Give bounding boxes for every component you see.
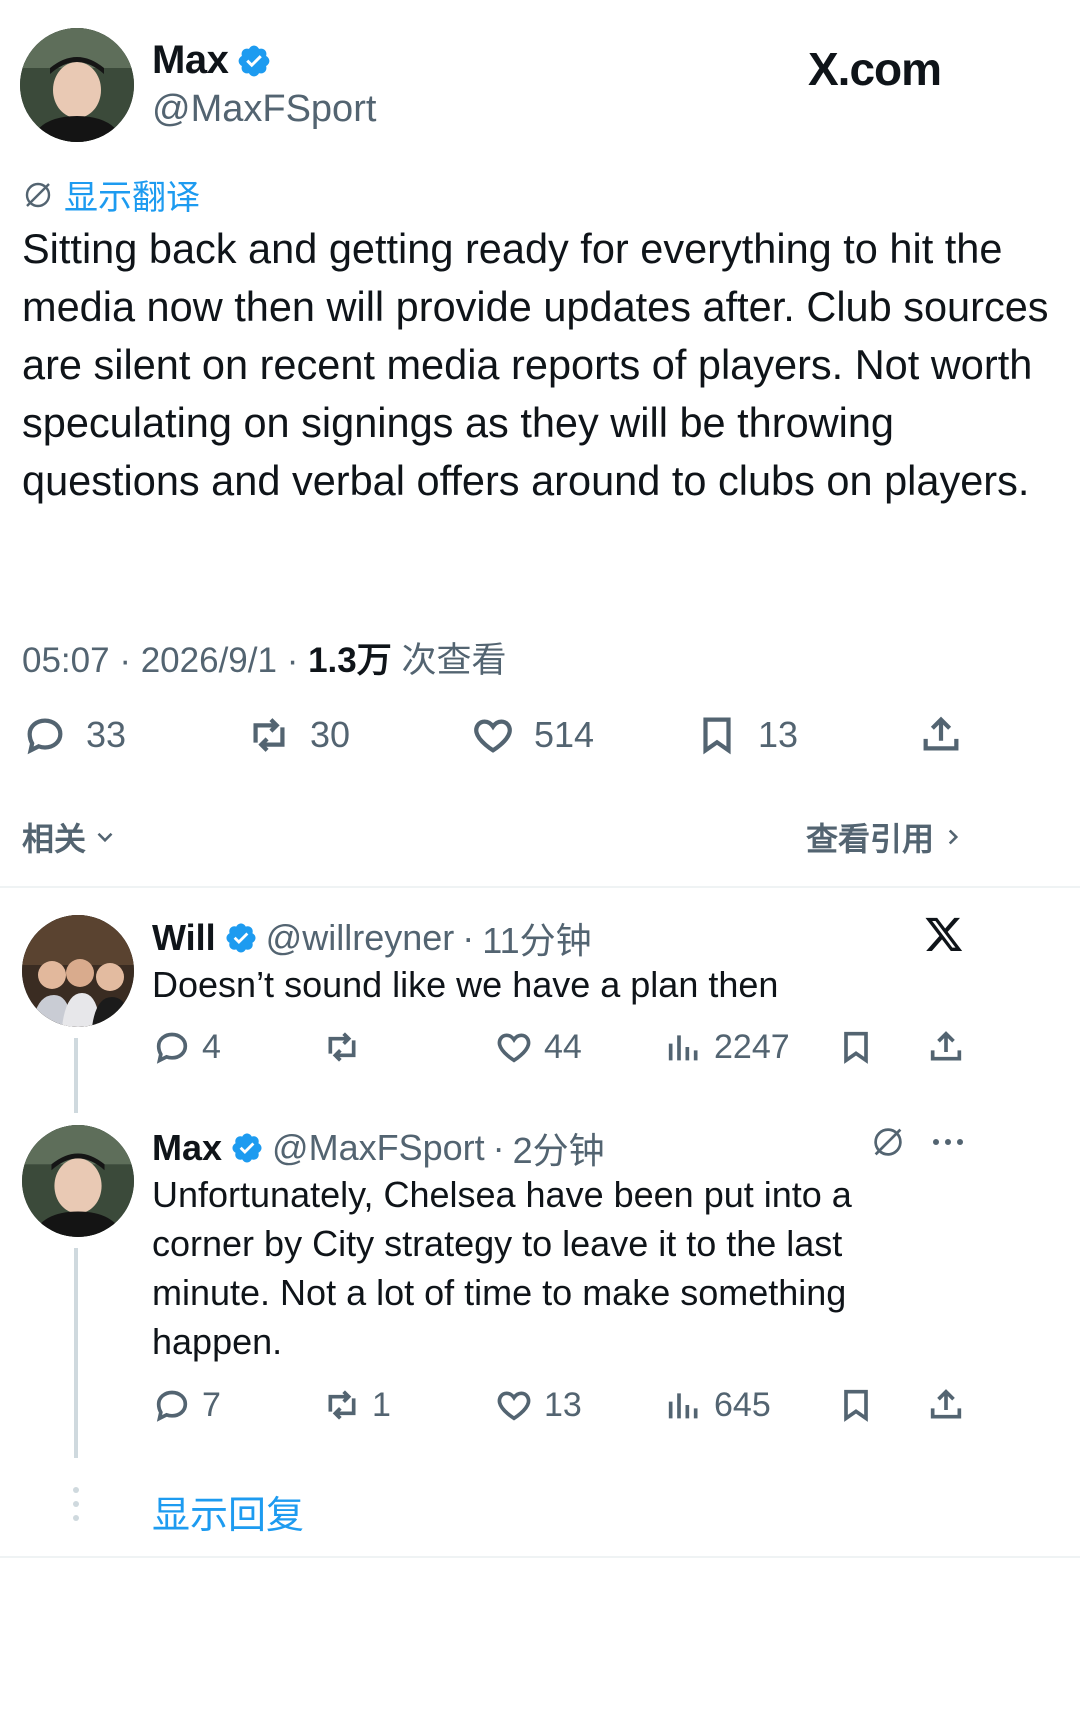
reply-button[interactable]: 7: [152, 1385, 221, 1425]
views-count: 2247: [714, 1027, 790, 1066]
repost-icon: [322, 1027, 362, 1067]
heart-icon: [494, 1027, 534, 1067]
reply-author-name[interactable]: Max: [152, 1127, 222, 1169]
thread-line: [74, 1038, 78, 1113]
verified-badge-icon: [224, 921, 258, 955]
tweet-views-label: 次查看: [401, 641, 507, 680]
repost-count: 1: [372, 1385, 391, 1424]
reply-author-name[interactable]: Will: [152, 917, 216, 959]
reply-author-handle[interactable]: @willreyner: [266, 917, 455, 959]
share-icon: [926, 1385, 966, 1425]
translate-button[interactable]: 显示翻译: [22, 170, 200, 219]
author-handle[interactable]: @MaxFSport: [152, 88, 376, 131]
thread-line: [74, 1248, 78, 1458]
bookmark-count: 13: [758, 714, 799, 755]
repost-icon: [246, 712, 292, 758]
more-options-icon[interactable]: [928, 1126, 968, 1158]
like-count: 44: [544, 1027, 582, 1066]
verified-badge-icon: [230, 1131, 264, 1165]
share-button[interactable]: [926, 1385, 966, 1425]
tweet-time[interactable]: 05:07: [22, 641, 110, 680]
bookmark-icon: [836, 1027, 876, 1067]
analytics-icon: [664, 1385, 704, 1425]
reply-time[interactable]: 11分钟: [482, 912, 591, 964]
views-button[interactable]: 645: [664, 1385, 771, 1425]
views-button[interactable]: 2247: [664, 1027, 790, 1067]
reply-text: Unfortunately, Chelsea have been put int…: [152, 1174, 852, 1362]
like-count: 13: [544, 1385, 582, 1424]
translate-label: 显示翻译: [64, 179, 200, 217]
repost-button[interactable]: [322, 1027, 372, 1067]
reply-avatar-will[interactable]: [22, 915, 134, 1027]
reply-time[interactable]: 2分钟: [513, 1122, 605, 1174]
heart-icon: [494, 1385, 534, 1425]
chevron-down-icon: [92, 824, 118, 850]
related-label: 相关: [22, 821, 87, 857]
author-name[interactable]: Max: [152, 38, 229, 83]
translate-icon[interactable]: [870, 1124, 906, 1160]
section-divider: [0, 886, 1080, 888]
view-quotes-label: 查看引用: [806, 821, 935, 857]
author-avatar[interactable]: [20, 28, 134, 142]
reply-icon: [152, 1385, 192, 1425]
bookmark-icon: [694, 712, 740, 758]
verified-badge-icon: [236, 43, 272, 79]
bookmark-button[interactable]: [836, 1027, 876, 1067]
tweet-views-count: 1.3万: [308, 641, 392, 680]
bottom-divider: [0, 1556, 1080, 1558]
heart-icon: [470, 712, 516, 758]
tweet-meta: 05:07 · 2026/9/1 · 1.3万 次查看: [22, 641, 507, 680]
like-button[interactable]: 44: [494, 1027, 582, 1067]
like-count: 514: [534, 714, 595, 755]
repost-button[interactable]: 1: [322, 1385, 391, 1425]
chevron-right-icon: [940, 824, 966, 850]
repost-icon: [322, 1385, 362, 1425]
tweet-text: Sitting back and getting ready for every…: [22, 225, 1049, 504]
share-button[interactable]: [926, 1027, 966, 1067]
related-dropdown[interactable]: 相关: [22, 814, 118, 860]
bookmark-button[interactable]: [836, 1385, 876, 1425]
repost-count: 30: [310, 714, 351, 755]
like-button[interactable]: 13: [494, 1385, 582, 1425]
reply-count: 33: [86, 714, 127, 755]
show-replies-link[interactable]: 显示回复: [152, 1484, 304, 1539]
brand-logo: X.com: [808, 43, 942, 95]
share-button[interactable]: [918, 712, 964, 758]
view-quotes-link[interactable]: 查看引用: [806, 814, 966, 860]
share-icon: [926, 1027, 966, 1067]
x-logo-icon: [924, 914, 964, 954]
reply-avatar-max[interactable]: [22, 1125, 134, 1237]
like-button[interactable]: 514: [470, 712, 594, 758]
reply-button[interactable]: 33: [22, 712, 126, 758]
tweet-date[interactable]: 2026/9/1: [141, 641, 277, 680]
bookmark-icon: [836, 1385, 876, 1425]
share-icon: [918, 712, 964, 758]
translate-icon: [22, 179, 54, 211]
reply-author-handle[interactable]: @MaxFSport: [272, 1127, 485, 1169]
analytics-icon: [664, 1027, 704, 1067]
reply-count: 7: [202, 1385, 221, 1424]
views-count: 645: [714, 1385, 771, 1424]
reply-icon: [152, 1027, 192, 1067]
reply-text: Doesn’t sound like we have a plan then: [152, 964, 779, 1005]
thread-dots-icon: [70, 1484, 82, 1524]
reply-button[interactable]: 4: [152, 1027, 221, 1067]
reply-count: 4: [202, 1027, 221, 1066]
repost-button[interactable]: 30: [246, 712, 350, 758]
bookmark-button[interactable]: 13: [694, 712, 798, 758]
reply-icon: [22, 712, 68, 758]
